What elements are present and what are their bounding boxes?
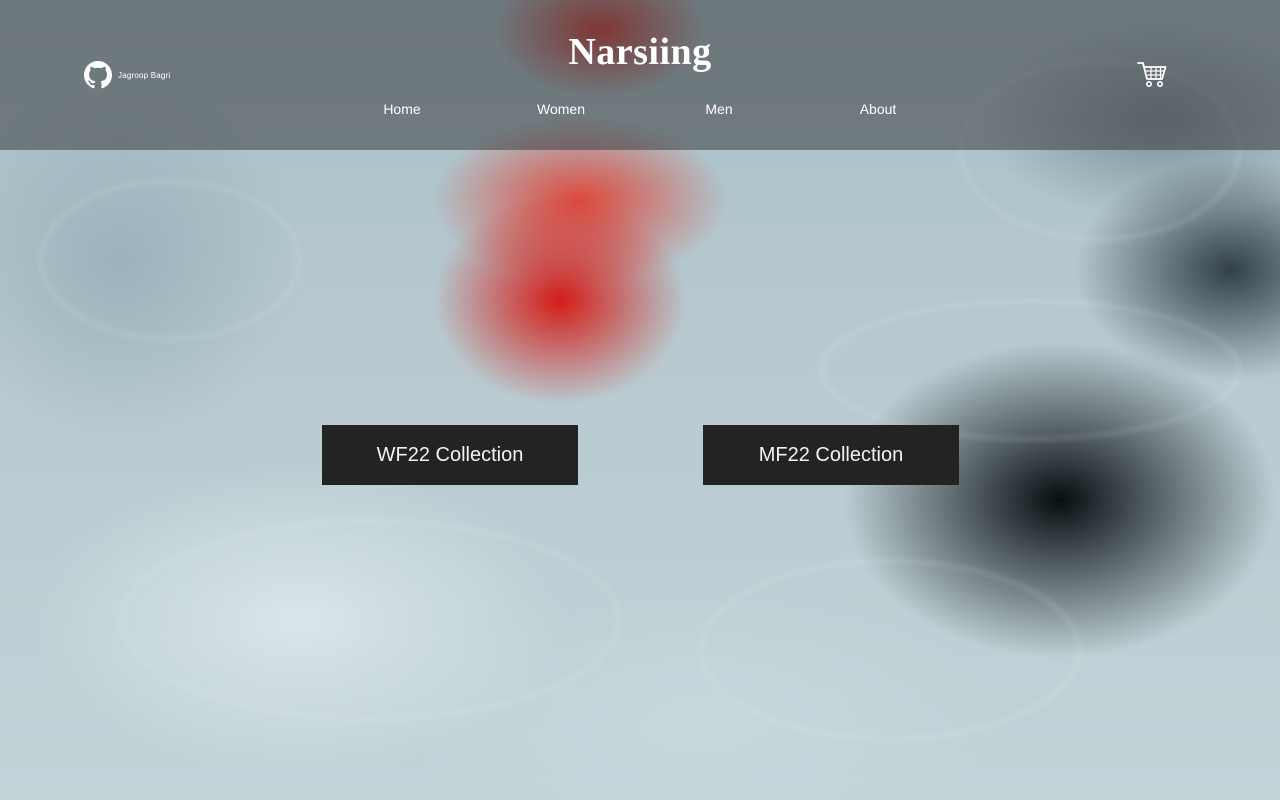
smoke-wisp — [820, 300, 1240, 440]
site-header: Jagroop Bagri Narsiing Home Women Men Ab… — [0, 0, 1280, 150]
cart-icon — [1137, 62, 1167, 87]
wf22-collection-button[interactable]: WF22 Collection — [322, 425, 578, 485]
main-nav: Home Women Men About — [0, 101, 1280, 121]
mf22-collection-button[interactable]: MF22 Collection — [703, 425, 959, 485]
hero-background: Jagroop Bagri Narsiing Home Women Men Ab… — [0, 0, 1280, 800]
site-logo[interactable]: Narsiing — [0, 30, 1280, 74]
nav-men[interactable]: Men — [659, 101, 779, 117]
smoke-wisp — [120, 520, 620, 720]
nav-women[interactable]: Women — [501, 101, 621, 117]
nav-about[interactable]: About — [818, 101, 938, 117]
cart-button[interactable] — [1136, 58, 1168, 90]
smoke-wisp — [40, 180, 300, 340]
smoke-wisp — [700, 560, 1080, 740]
nav-home[interactable]: Home — [342, 101, 462, 117]
